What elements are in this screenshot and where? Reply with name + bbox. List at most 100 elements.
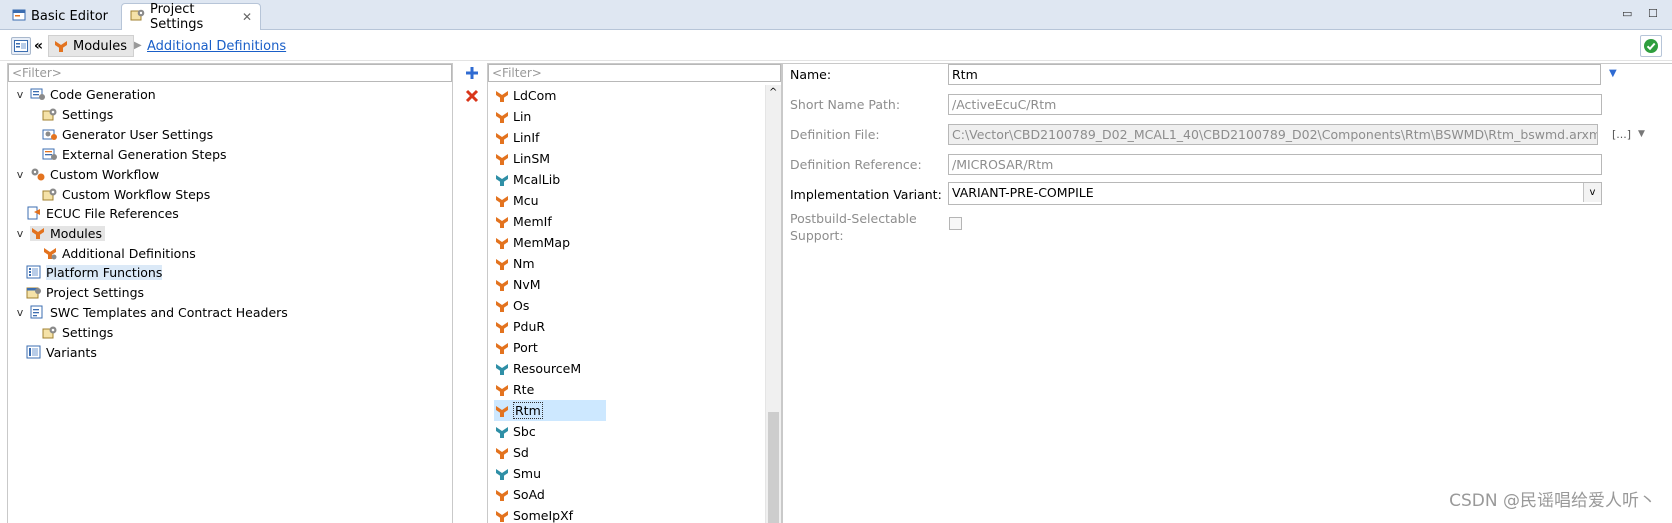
scroll-up-icon[interactable]: ^ bbox=[769, 87, 777, 98]
file-reference-icon bbox=[27, 206, 40, 220]
additional-definitions-icon bbox=[44, 248, 57, 260]
tree-item-variants[interactable]: Variants bbox=[26, 342, 97, 362]
tree-item-custom-workflow-steps[interactable]: Custom Workflow Steps bbox=[42, 184, 210, 204]
chevron-down-icon[interactable]: v bbox=[14, 306, 26, 319]
custom-workflow-icon bbox=[31, 168, 45, 181]
module-label: ResourceM bbox=[513, 361, 582, 376]
add-module-button[interactable] bbox=[465, 66, 479, 83]
module-item[interactable]: PduR bbox=[494, 316, 545, 337]
tab-project-settings[interactable]: Project Settings ✕ bbox=[121, 2, 261, 32]
tree-item-project-settings[interactable]: Project Settings bbox=[26, 282, 144, 302]
definition-file-field: C:\Vector\CBD2100789_D02_MCAL1_40\CBD210… bbox=[948, 124, 1598, 145]
module-item[interactable]: MemMap bbox=[494, 232, 570, 253]
module-item[interactable]: LinIf bbox=[494, 127, 539, 148]
module-item[interactable]: Lin bbox=[494, 106, 531, 127]
maximize-icon[interactable]: ☐ bbox=[1648, 7, 1658, 20]
tree-item-ecuc-file-references[interactable]: ECUC File References bbox=[26, 203, 179, 223]
tree-item-swc-templates[interactable]: v SWC Templates and Contract Headers bbox=[14, 302, 288, 322]
module-icon bbox=[496, 342, 508, 354]
module-item[interactable]: Nm bbox=[494, 253, 535, 274]
module-icon bbox=[496, 384, 508, 396]
tree-item-custom-workflow[interactable]: v Custom Workflow bbox=[14, 164, 160, 184]
tree-item-additional-definitions[interactable]: Additional Definitions bbox=[42, 243, 196, 263]
module-label: Os bbox=[513, 298, 530, 313]
module-item[interactable]: MemIf bbox=[494, 211, 552, 232]
module-label: PduR bbox=[513, 319, 546, 334]
validation-ok-button[interactable] bbox=[1640, 35, 1662, 57]
tree-item-label: Additional Definitions bbox=[62, 245, 196, 261]
tree-item-swc-settings[interactable]: Settings bbox=[42, 322, 113, 342]
tree-filter-input[interactable]: <Filter> bbox=[8, 64, 452, 82]
module-item[interactable]: Sd bbox=[494, 442, 529, 463]
tree-item-label: Code Generation bbox=[50, 86, 156, 102]
tab-label: Project Settings bbox=[150, 2, 204, 32]
scrollbar-thumb[interactable] bbox=[768, 412, 779, 523]
remove-module-button[interactable] bbox=[465, 89, 479, 106]
module-label: Rte bbox=[513, 382, 535, 397]
tree-item-platform-functions[interactable]: Platform Functions bbox=[26, 262, 163, 282]
tree-item-label: Settings bbox=[62, 324, 114, 340]
tab-basic-editor[interactable]: Basic Editor bbox=[4, 3, 122, 30]
modules-selection: Modules bbox=[30, 225, 105, 241]
minimize-icon[interactable]: ▭ bbox=[1622, 7, 1632, 20]
show-tree-button[interactable] bbox=[11, 37, 31, 55]
module-icon bbox=[55, 41, 67, 52]
definition-file-dropdown-icon[interactable]: ▼ bbox=[1638, 129, 1645, 139]
module-icon bbox=[496, 237, 508, 249]
chevron-down-icon[interactable]: v bbox=[14, 88, 26, 101]
tree-item-generator-user-settings[interactable]: Generator User Settings bbox=[42, 124, 213, 144]
tree-item-label: Modules bbox=[50, 225, 102, 241]
swc-templates-icon bbox=[30, 305, 43, 319]
short-name-path-label: Short Name Path: bbox=[790, 97, 901, 112]
module-item[interactable]: NvM bbox=[494, 274, 541, 295]
breadcrumb-modules[interactable]: Modules bbox=[48, 35, 135, 57]
module-item[interactable]: Rte bbox=[494, 379, 534, 400]
module-list-scrollbar[interactable]: ^ bbox=[765, 85, 781, 523]
module-icon bbox=[496, 321, 508, 333]
tree-item-settings[interactable]: Settings bbox=[42, 104, 113, 124]
module-item[interactable]: LdCom bbox=[494, 85, 556, 106]
close-tab-icon[interactable]: ✕ bbox=[242, 10, 252, 24]
breadcrumb-toolbar: « Modules ▶ Additional Definitions bbox=[0, 31, 1672, 61]
tree-item-label: Custom Workflow Steps bbox=[62, 186, 211, 202]
module-icon bbox=[496, 447, 508, 459]
module-item[interactable]: LinSM bbox=[494, 148, 550, 169]
module-icon bbox=[496, 132, 508, 144]
tab-label: Basic Editor bbox=[31, 9, 109, 24]
module-item[interactable]: Os bbox=[494, 295, 529, 316]
chevron-down-icon[interactable]: v bbox=[1583, 183, 1601, 202]
collapse-breadcrumb-icon[interactable]: « bbox=[34, 38, 43, 54]
chevron-down-icon[interactable]: v bbox=[14, 227, 26, 240]
postbuild-selectable-checkbox[interactable] bbox=[949, 217, 962, 230]
module-item[interactable]: ResourceM bbox=[494, 358, 581, 379]
tree-item-modules[interactable]: v Modules bbox=[14, 223, 105, 243]
module-filter-input[interactable]: <Filter> bbox=[488, 64, 781, 82]
module-item[interactable]: Port bbox=[494, 337, 538, 358]
name-label: Name: bbox=[790, 67, 832, 82]
breadcrumb-separator-icon: ▶ bbox=[134, 40, 142, 51]
tree-item-external-generation-steps[interactable]: External Generation Steps bbox=[42, 144, 227, 164]
module-icon bbox=[32, 228, 44, 239]
tree-item-code-generation[interactable]: v Code Generation bbox=[14, 84, 156, 104]
chevron-down-icon[interactable]: v bbox=[14, 168, 26, 181]
module-item[interactable]: SomeIpXf bbox=[494, 505, 573, 523]
module-item[interactable]: Rtm bbox=[494, 400, 606, 421]
definition-file-browse-button[interactable]: [...] bbox=[1612, 128, 1631, 141]
implementation-variant-select[interactable]: VARIANT-PRE-COMPILE v bbox=[948, 182, 1602, 205]
module-icon bbox=[496, 111, 508, 123]
name-dropdown-icon[interactable]: ▼ bbox=[1609, 68, 1617, 79]
tree-item-label: Generator User Settings bbox=[62, 126, 214, 142]
settings-icon bbox=[42, 108, 57, 121]
module-icon bbox=[496, 300, 508, 312]
module-item[interactable]: Mcu bbox=[494, 190, 539, 211]
module-item[interactable]: Smu bbox=[494, 463, 541, 484]
module-item[interactable]: Sbc bbox=[494, 421, 536, 442]
tree-view-icon bbox=[14, 40, 28, 52]
generator-settings-icon bbox=[42, 129, 57, 140]
breadcrumb-link-additional-definitions[interactable]: Additional Definitions bbox=[147, 39, 286, 54]
name-field[interactable]: Rtm bbox=[948, 64, 1601, 85]
module-item[interactable]: McalLib bbox=[494, 169, 560, 190]
module-item[interactable]: SoAd bbox=[494, 484, 545, 505]
project-settings-icon bbox=[130, 8, 145, 26]
tree-item-label: SWC Templates and Contract Headers bbox=[50, 304, 288, 320]
